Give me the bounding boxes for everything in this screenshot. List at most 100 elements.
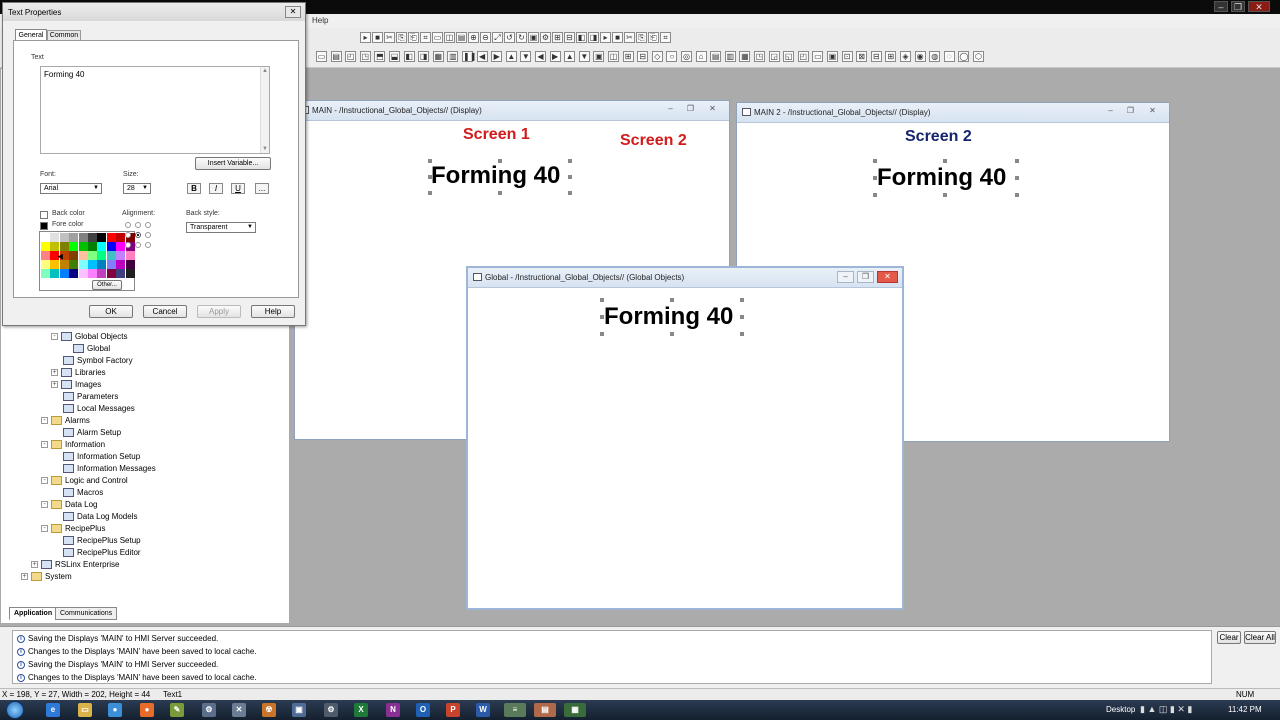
- align-middle-left-radio[interactable]: [125, 232, 131, 238]
- color-swatch[interactable]: [50, 260, 60, 269]
- network-app-icon[interactable]: ≡: [504, 703, 526, 717]
- toolbar-button-icon[interactable]: ◱: [783, 51, 795, 62]
- minimize-icon[interactable]: –: [1102, 106, 1119, 118]
- selection-handle[interactable]: [1015, 159, 1019, 163]
- toolbar-button-icon[interactable]: ❚❚: [462, 51, 476, 62]
- tree-item[interactable]: Data Log Models: [51, 512, 137, 521]
- align-top-right-radio[interactable]: [145, 222, 151, 228]
- toolbar-button-icon[interactable]: ▣: [593, 51, 605, 62]
- selection-handle[interactable]: [498, 191, 502, 195]
- selection-handle[interactable]: [568, 191, 572, 195]
- toolbar-button-icon[interactable]: ◧: [403, 51, 415, 62]
- tree-item[interactable]: Parameters: [51, 392, 118, 401]
- selection-handle[interactable]: [600, 298, 604, 302]
- toolbar-button-icon[interactable]: ▥: [447, 51, 459, 62]
- toolbar-button-icon[interactable]: ⎘: [636, 32, 647, 43]
- tab-application[interactable]: Application: [9, 607, 58, 620]
- toolbar-button-icon[interactable]: ◨: [418, 51, 430, 62]
- tool-icon[interactable]: ✎: [170, 703, 184, 717]
- toolbar-button-icon[interactable]: ○: [666, 51, 678, 62]
- toolbar-button-icon[interactable]: ⌗: [420, 32, 431, 43]
- toolbar-button-icon[interactable]: ▼: [520, 51, 532, 62]
- color-swatch[interactable]: [97, 233, 107, 242]
- color-swatch[interactable]: [106, 242, 116, 251]
- bold-button[interactable]: B: [187, 183, 201, 194]
- global-objects-window[interactable]: Global - /Instructional_Global_Objects//…: [466, 266, 904, 610]
- scroll-up-icon[interactable]: ▲: [262, 68, 268, 74]
- restore-icon[interactable]: ❐: [857, 271, 874, 283]
- excel-icon[interactable]: X: [354, 703, 368, 717]
- cancel-button[interactable]: Cancel: [143, 305, 187, 318]
- toolbar-button-icon[interactable]: ▦: [739, 51, 751, 62]
- toolbar-button-icon[interactable]: ◫: [444, 32, 455, 43]
- collapse-icon[interactable]: -: [51, 333, 58, 340]
- selection-handle[interactable]: [670, 298, 674, 302]
- insert-variable-button[interactable]: Insert Variable...: [195, 157, 271, 170]
- tray-icons[interactable]: ▮ ▲ ◫ ▮ ✕ ▮: [1140, 704, 1192, 715]
- toolbar-button-icon[interactable]: ↺: [504, 32, 515, 43]
- back-style-select[interactable]: Transparent ▼: [186, 222, 256, 233]
- text-scrollbar[interactable]: ▲ ▼: [260, 67, 269, 153]
- tree-item[interactable]: - Alarms: [41, 416, 90, 425]
- toolbar-button-icon[interactable]: ⤢: [492, 32, 503, 43]
- toolbar-button-icon[interactable]: ⬒: [374, 51, 386, 62]
- toolbar-button-icon[interactable]: ⚙: [540, 32, 551, 43]
- color-swatch[interactable]: [78, 269, 88, 278]
- align-middle-right-radio[interactable]: [145, 232, 151, 238]
- powerpoint-icon[interactable]: P: [446, 703, 460, 717]
- italic-button[interactable]: I: [209, 183, 223, 194]
- clear-button[interactable]: Clear: [1217, 631, 1241, 644]
- toolbar-button-icon[interactable]: ⊖: [480, 32, 491, 43]
- selection-handle[interactable]: [428, 159, 432, 163]
- toolbar-button-icon[interactable]: ◎: [681, 51, 692, 62]
- toolbar-button-icon[interactable]: ◳: [359, 51, 371, 62]
- close-icon[interactable]: ✕: [877, 271, 898, 283]
- color-swatch[interactable]: [88, 251, 97, 260]
- toolbar-button-icon[interactable]: ◌: [943, 51, 955, 62]
- toolbar-button-icon[interactable]: ▸: [600, 32, 611, 43]
- expand-icon[interactable]: +: [51, 369, 58, 376]
- align-middle-center-radio[interactable]: [135, 232, 141, 238]
- toolbar-button-icon[interactable]: ▭: [812, 51, 824, 62]
- minimize-icon[interactable]: –: [1214, 1, 1228, 12]
- color-swatch[interactable]: [116, 242, 126, 251]
- global-window-titlebar[interactable]: Global - /Instructional_Global_Objects//…: [468, 268, 902, 288]
- output-log[interactable]: i Saving the Displays 'MAIN' to HMI Serve…: [12, 630, 1212, 684]
- toolbar-button-icon[interactable]: ↻: [516, 32, 527, 43]
- color-swatch[interactable]: [50, 233, 60, 242]
- toolbar-button-icon[interactable]: ◀: [535, 51, 546, 62]
- expand-icon[interactable]: +: [31, 561, 38, 568]
- tree-item[interactable]: Information Setup: [51, 452, 140, 461]
- color-swatch[interactable]: [78, 251, 88, 260]
- close-icon[interactable]: ✕: [704, 104, 721, 116]
- help-button[interactable]: Help: [251, 305, 295, 318]
- monitor-icon[interactable]: ▣: [292, 703, 306, 717]
- toolbar-button-icon[interactable]: ⊞: [885, 51, 897, 62]
- color-swatch[interactable]: [69, 251, 79, 260]
- collapse-icon[interactable]: -: [41, 501, 48, 508]
- apply-button[interactable]: Apply: [197, 305, 241, 318]
- color-swatch[interactable]: [116, 260, 126, 269]
- toolbar-button-icon[interactable]: ⊞: [552, 32, 563, 43]
- color-swatch[interactable]: [59, 242, 69, 251]
- close-icon[interactable]: ✕: [1248, 1, 1270, 12]
- align-bottom-center-radio[interactable]: [135, 242, 141, 248]
- toolbar-button-icon[interactable]: ▭: [432, 32, 443, 43]
- text-value-field[interactable]: Forming 40 ▲ ▼: [40, 66, 270, 154]
- toolbar-button-icon[interactable]: ◀: [476, 51, 488, 62]
- toolbar-button-icon[interactable]: ⊕: [468, 32, 479, 43]
- forming-text-object[interactable]: Forming 40: [873, 159, 1019, 197]
- tree-item[interactable]: - Data Log: [41, 500, 97, 509]
- toolbar-button-icon[interactable]: ■: [612, 32, 623, 43]
- color-swatch[interactable]: [125, 269, 135, 278]
- toolbar-button-icon[interactable]: ▭: [316, 51, 327, 62]
- toolbar-button-icon[interactable]: ◰: [797, 51, 809, 62]
- color-swatch[interactable]: [78, 260, 88, 269]
- toolbar-button-icon[interactable]: ⊞: [622, 51, 634, 62]
- chrome-icon[interactable]: ●: [108, 703, 122, 717]
- align-bottom-left-radio[interactable]: [125, 242, 131, 248]
- ie-icon[interactable]: e: [46, 703, 60, 717]
- word-icon[interactable]: W: [476, 703, 490, 717]
- desktop-toolbar-label[interactable]: Desktop: [1106, 705, 1135, 714]
- font-select[interactable]: Arial ▼: [40, 183, 102, 194]
